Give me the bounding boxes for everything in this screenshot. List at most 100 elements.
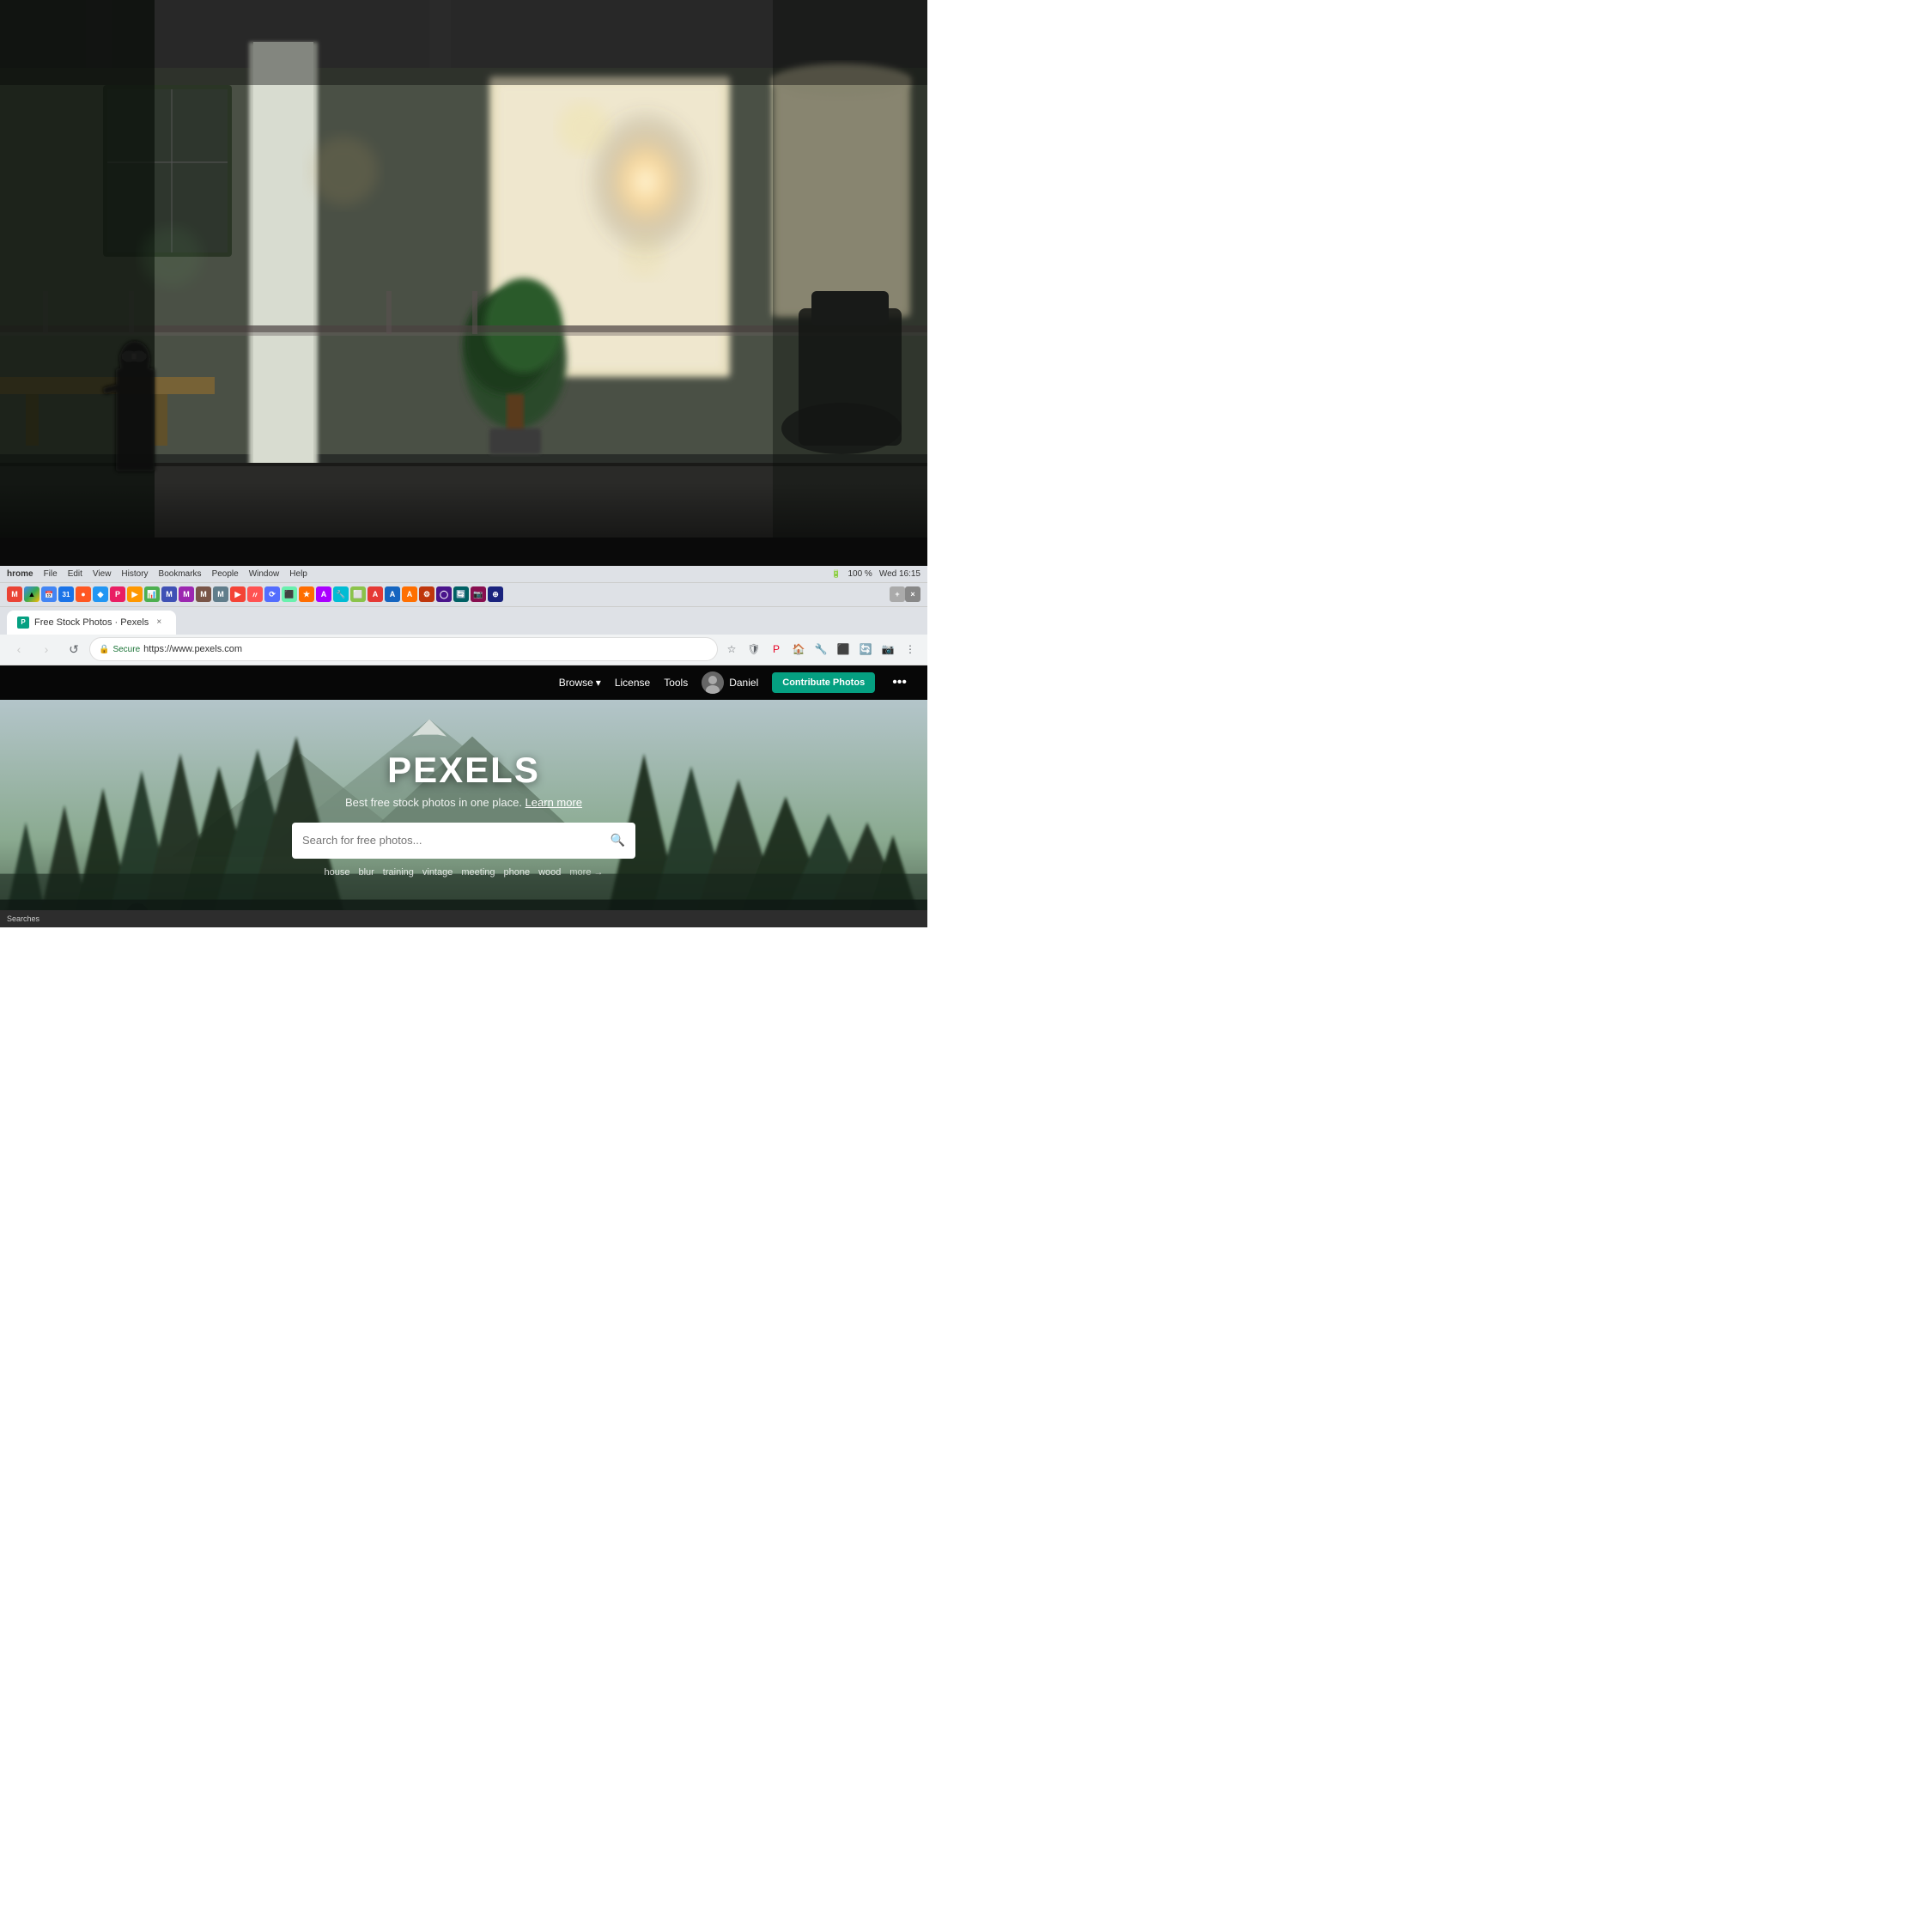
search-icon: 🔍 (611, 833, 625, 848)
battery-icon: 🔋 (831, 569, 841, 579)
ext2-icon[interactable]: ◆ (93, 586, 108, 602)
tag-wood[interactable]: wood (538, 867, 561, 878)
back-button[interactable]: ‹ (7, 637, 31, 661)
menu-edit[interactable]: Edit (68, 569, 82, 579)
ext9-icon[interactable]: M (213, 586, 228, 602)
ext-action3[interactable]: ⬛ (833, 639, 854, 659)
calendar-icon[interactable]: 📅 (41, 586, 57, 602)
ext25-icon[interactable]: ⊕ (488, 586, 503, 602)
tools-link[interactable]: Tools (664, 677, 688, 689)
browser-frame: hrome File Edit View History Bookmarks P… (0, 566, 927, 927)
active-tab[interactable]: P Free Stock Photos · Pexels × (7, 611, 176, 635)
close-tab-icon[interactable]: × (905, 586, 920, 602)
bookmark-button[interactable]: ☆ (721, 639, 742, 659)
ext-action2[interactable]: 🔧 (811, 639, 831, 659)
zoom-level: 100 % (848, 569, 872, 579)
tag-house[interactable]: house (324, 867, 349, 878)
ext14-icon[interactable]: ★ (299, 586, 314, 602)
menu-help[interactable]: Help (289, 569, 307, 579)
extensions-bar: M ▲ 📅 31 ● ◆ P ▶ 📊 M M M M ▶ 〃 ⟳ ⬛ ★ A 🔧… (0, 583, 927, 607)
menu-people[interactable]: People (212, 569, 239, 579)
user-name: Daniel (729, 677, 758, 689)
hero-subtitle: Best free stock photos in one place. Lea… (345, 796, 582, 809)
pinterest-icon[interactable]: P (766, 639, 787, 659)
nav-actions: ☆ 🛡 P 🏠 🔧 ⬛ 🔄 📷 ⋮ (721, 639, 920, 659)
user-avatar (702, 671, 724, 694)
ext8-icon[interactable]: M (196, 586, 211, 602)
ext-action5[interactable]: 📷 (878, 639, 898, 659)
ext19-icon[interactable]: A (385, 586, 400, 602)
ext18-icon[interactable]: A (368, 586, 383, 602)
refresh-button[interactable]: ↺ (62, 637, 86, 661)
ext22-icon[interactable]: ◯ (436, 586, 452, 602)
search-tags: house blur training vintage meeting phon… (324, 867, 603, 878)
taskbar: Searches (0, 910, 927, 927)
ext-action1[interactable]: 🏠 (788, 639, 809, 659)
menu-bookmarks[interactable]: Bookmarks (159, 569, 202, 579)
ext16-icon[interactable]: 🔧 (333, 586, 349, 602)
browse-menu[interactable]: Browse ▾ (559, 677, 601, 689)
tab-close-button[interactable]: × (152, 616, 166, 629)
pexels-hero: PEXELS Best free stock photos in one pla… (0, 700, 927, 927)
menu-window[interactable]: Window (249, 569, 280, 579)
nav-bar: ‹ › ↺ 🔒 Secure https://www.pexels.com ☆ … (0, 635, 927, 665)
tag-vintage[interactable]: vintage (422, 867, 453, 878)
ext1-icon[interactable]: ● (76, 586, 91, 602)
mac-menu-bar: hrome File Edit View History Bookmarks P… (0, 566, 927, 583)
tab-bar: P Free Stock Photos · Pexels × (0, 607, 927, 635)
system-status: 🔋 100 % Wed 16:15 (831, 569, 920, 579)
ext17-icon[interactable]: ⬜ (350, 586, 366, 602)
ext11-icon[interactable]: 〃 (247, 586, 263, 602)
gmail-icon[interactable]: M (7, 586, 22, 602)
search-input[interactable] (302, 834, 611, 847)
website-content: Browse ▾ License Tools Daniel Contribute… (0, 665, 927, 927)
tab-controls: + × (890, 586, 920, 602)
tag-blur[interactable]: blur (358, 867, 374, 878)
license-link[interactable]: License (615, 677, 650, 689)
menu-history[interactable]: History (121, 569, 148, 579)
ext3-icon[interactable]: P (110, 586, 125, 602)
new-tab-icon[interactable]: + (890, 586, 905, 602)
gdrive-icon[interactable]: ▲ (24, 586, 39, 602)
learn-more-link[interactable]: Learn more (526, 796, 582, 809)
menu-file[interactable]: File (44, 569, 58, 579)
tab-title: Free Stock Photos · Pexels (34, 617, 149, 628)
ext5-icon[interactable]: 📊 (144, 586, 160, 602)
address-bar[interactable]: 🔒 Secure https://www.pexels.com (89, 637, 718, 661)
ext24-icon[interactable]: 📷 (471, 586, 486, 602)
ext23-icon[interactable]: 🔄 (453, 586, 469, 602)
more-actions-button[interactable]: ⋮ (900, 639, 920, 659)
ext4-icon[interactable]: ▶ (127, 586, 143, 602)
pexels-nav-left: Browse ▾ License Tools (17, 677, 688, 689)
search-box[interactable]: 🔍 (292, 823, 635, 859)
ext6-icon[interactable]: M (161, 586, 177, 602)
tag-training[interactable]: training (383, 867, 414, 878)
tab-favicon: P (17, 617, 29, 629)
more-options-button[interactable]: ••• (889, 675, 910, 690)
secure-label: Secure (112, 645, 140, 654)
ext-action4[interactable]: 🔄 (855, 639, 876, 659)
calendar2-icon[interactable]: 31 (58, 586, 74, 602)
ext7-icon[interactable]: M (179, 586, 194, 602)
contribute-photos-button[interactable]: Contribute Photos (772, 672, 875, 693)
ext13-icon[interactable]: ⬛ (282, 586, 297, 602)
user-menu[interactable]: Daniel (702, 671, 758, 694)
menu-view[interactable]: View (93, 569, 112, 579)
ext15-icon[interactable]: A (316, 586, 331, 602)
app-name: hrome (7, 569, 33, 579)
shield-icon[interactable]: 🛡 (744, 639, 764, 659)
ext10-icon[interactable]: ▶ (230, 586, 246, 602)
site-title: PEXELS (387, 750, 540, 791)
tag-phone[interactable]: phone (504, 867, 531, 878)
ext21-icon[interactable]: ⚙ (419, 586, 434, 602)
ext12-icon[interactable]: ⟳ (264, 586, 280, 602)
pexels-header: Browse ▾ License Tools Daniel Contribute… (0, 665, 927, 700)
more-tags-link[interactable]: more → (569, 867, 603, 878)
browse-label: Browse (559, 677, 593, 689)
ext20-icon[interactable]: A (402, 586, 417, 602)
forward-button[interactable]: › (34, 637, 58, 661)
browse-chevron: ▾ (596, 677, 601, 689)
clock: Wed 16:15 (879, 569, 920, 579)
tag-meeting[interactable]: meeting (461, 867, 495, 878)
taskbar-label: Searches (7, 914, 39, 923)
